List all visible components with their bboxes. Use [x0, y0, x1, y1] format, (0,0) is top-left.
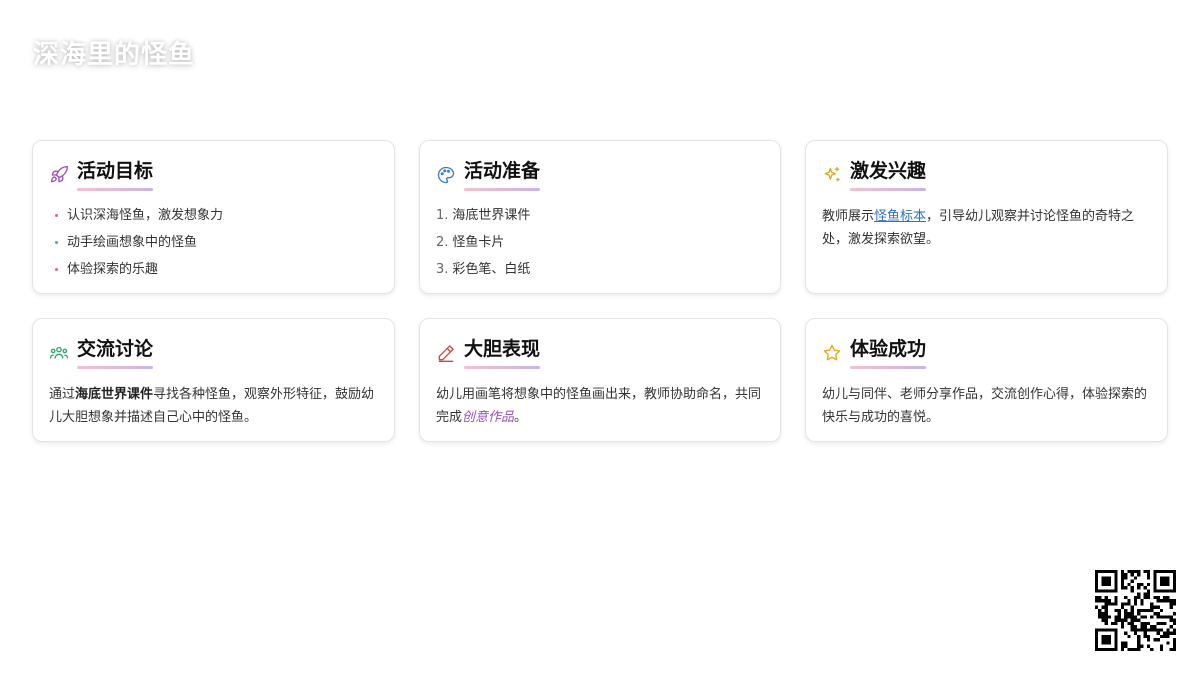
title-underline: [850, 366, 927, 369]
card-text: 教师展示怪鱼标本，引导幼儿观察并讨论怪鱼的奇特之处，激发探索欲望。: [822, 209, 1135, 247]
card-experience-success: 体验成功 幼儿与同伴、老师分享作品，交流创作心得，体验探索的快乐与成功的喜悦。: [805, 318, 1168, 442]
activity-card-grid: 活动目标 认识深海怪鱼，激发想象力 动手绘画想象中的怪鱼 体验探索的乐趣 活动准…: [32, 140, 1168, 442]
card-spark-interest: 激发兴趣 教师展示怪鱼标本，引导幼儿观察并讨论怪鱼的奇特之处，激发探索欲望。: [805, 140, 1168, 294]
list-item: 动手绘画想象中的怪鱼: [53, 232, 378, 259]
card-header: 体验成功: [822, 337, 1151, 371]
title-underline: [850, 188, 927, 191]
card-activity-goals: 活动目标 认识深海怪鱼，激发想象力 动手绘画想象中的怪鱼 体验探索的乐趣: [32, 140, 395, 294]
card-bold-expression: 大胆表现 幼儿用画笔将想象中的怪鱼画出来，教师协助命名，共同完成创意作品。: [419, 318, 781, 442]
qr-code-icon[interactable]: [1095, 570, 1176, 651]
list-item: 2. 怪鱼卡片: [436, 235, 505, 250]
title-underline: [77, 188, 154, 191]
palette-icon: [436, 165, 456, 185]
title-underline: [77, 366, 154, 369]
users-icon: [49, 343, 69, 363]
sparkles-icon: [822, 165, 842, 185]
card-header: 大胆表现: [436, 337, 764, 371]
card-header: 活动目标: [49, 159, 378, 193]
card-header: 激发兴趣: [822, 159, 1151, 193]
card-activity-preparation: 活动准备 1. 海底世界课件 2. 怪鱼卡片 3. 彩色笔、白纸: [419, 140, 781, 294]
list-item: 1. 海底世界课件: [436, 208, 531, 223]
card-text: 幼儿与同伴、老师分享作品，交流创作心得，体验探索的快乐与成功的喜悦。: [822, 387, 1148, 425]
card-text: 幼儿用画笔将想象中的怪鱼画出来，教师协助命名，共同完成创意作品。: [436, 387, 762, 425]
materials-list: 1. 海底世界课件 2. 怪鱼卡片 3. 彩色笔、白纸: [436, 205, 764, 286]
star-icon: [822, 343, 842, 363]
card-header: 交流讨论: [49, 337, 378, 371]
goals-list: 认识深海怪鱼，激发想象力 动手绘画想象中的怪鱼 体验探索的乐趣: [49, 205, 378, 286]
card-title: 交流讨论: [77, 338, 154, 360]
page-title: 深海里的怪鱼: [33, 40, 196, 70]
title-underline: [464, 188, 541, 191]
specimen-link[interactable]: 怪鱼标本: [874, 209, 926, 224]
card-title: 活动目标: [77, 160, 154, 182]
list-item: 3. 彩色笔、白纸: [436, 262, 531, 277]
card-title: 体验成功: [850, 338, 927, 360]
card-text: 通过海底世界课件寻找各种怪鱼，观察外形特征，鼓励幼儿大胆想象并描述自己心中的怪鱼…: [49, 387, 375, 425]
card-discussion: 交流讨论 通过海底世界课件寻找各种怪鱼，观察外形特征，鼓励幼儿大胆想象并描述自己…: [32, 318, 395, 442]
list-item: 认识深海怪鱼，激发想象力: [53, 205, 378, 232]
pencil-icon: [436, 343, 456, 363]
card-header: 活动准备: [436, 159, 764, 193]
title-underline: [464, 366, 541, 369]
rocket-icon: [49, 165, 69, 185]
card-title: 活动准备: [464, 160, 541, 182]
card-title: 大胆表现: [464, 338, 541, 360]
card-title: 激发兴趣: [850, 160, 927, 182]
list-item: 体验探索的乐趣: [53, 259, 378, 286]
